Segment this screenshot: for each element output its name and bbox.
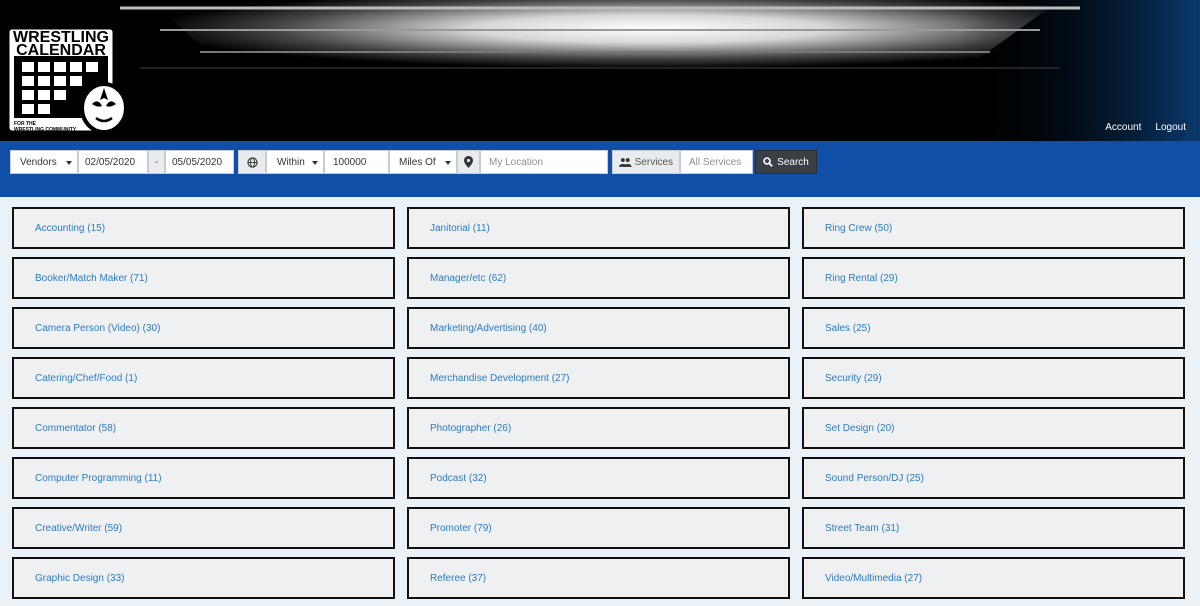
category-link[interactable]: Sound Person/DJ (25): [825, 473, 924, 484]
category-card[interactable]: Referee (37): [407, 557, 790, 599]
within-select[interactable]: Within: [266, 150, 324, 174]
category-link[interactable]: Graphic Design (33): [35, 573, 124, 584]
location-placeholder: My Location: [489, 156, 543, 168]
category-link[interactable]: Computer Programming (11): [35, 473, 162, 484]
account-link[interactable]: Account: [1105, 122, 1141, 133]
services-label: Services: [634, 156, 673, 168]
category-card[interactable]: Security (29): [802, 357, 1185, 399]
listing-type-value: Vendors: [20, 156, 57, 168]
services-addon: Services: [612, 150, 680, 174]
users-icon: [619, 158, 632, 167]
logo-tagline-line2: WRESTLING COMMUNITY: [14, 127, 77, 133]
wrestling-ring-banner: [0, 0, 1200, 141]
date-separator-text: -: [154, 156, 159, 168]
category-link[interactable]: Marketing/Advertising (40): [430, 323, 547, 334]
category-card[interactable]: Booker/Match Maker (71): [12, 257, 395, 299]
category-card[interactable]: Graphic Design (33): [12, 557, 395, 599]
date-to-value: 05/05/2020: [172, 156, 223, 168]
category-card[interactable]: Catering/Chef/Food (1): [12, 357, 395, 399]
category-link[interactable]: Video/Multimedia (27): [825, 573, 922, 584]
category-card[interactable]: Merchandise Development (27): [407, 357, 790, 399]
services-value: All Services: [689, 156, 742, 168]
category-link[interactable]: Janitorial (11): [430, 223, 490, 234]
category-link[interactable]: Commentator (58): [35, 423, 116, 434]
logout-link[interactable]: Logout: [1155, 122, 1186, 133]
category-link[interactable]: Street Team (31): [825, 523, 899, 534]
category-card[interactable]: Photographer (26): [407, 407, 790, 449]
distance-unit-select[interactable]: Miles Of: [389, 150, 457, 174]
globe-addon: [238, 150, 266, 174]
search-button[interactable]: Search: [755, 150, 817, 174]
date-range-separator: -: [148, 150, 165, 174]
category-link[interactable]: Booker/Match Maker (71): [35, 273, 148, 284]
category-link[interactable]: Creative/Writer (59): [35, 523, 122, 534]
account-nav: Account Logout: [1105, 122, 1186, 133]
category-card[interactable]: Commentator (58): [12, 407, 395, 449]
category-card[interactable]: Janitorial (11): [407, 207, 790, 249]
within-value: Within: [277, 156, 305, 168]
category-link[interactable]: Accounting (15): [35, 223, 105, 234]
category-link[interactable]: Set Design (20): [825, 423, 894, 434]
category-link[interactable]: Ring Rental (29): [825, 273, 898, 284]
listing-type-select[interactable]: Vendors: [10, 150, 78, 174]
category-link[interactable]: Promoter (79): [430, 523, 492, 534]
category-link[interactable]: Sales (25): [825, 323, 871, 334]
category-link[interactable]: Ring Crew (50): [825, 223, 892, 234]
category-link[interactable]: Security (29): [825, 373, 882, 384]
category-card[interactable]: Marketing/Advertising (40): [407, 307, 790, 349]
category-card[interactable]: Ring Rental (29): [802, 257, 1185, 299]
luchador-mask-icon: [80, 82, 128, 134]
date-to-input[interactable]: 05/05/2020: [165, 150, 234, 174]
category-card[interactable]: Podcast (32): [407, 457, 790, 499]
location-addon: [457, 150, 480, 174]
category-card[interactable]: Street Team (31): [802, 507, 1185, 549]
category-card[interactable]: Ring Crew (50): [802, 207, 1185, 249]
search-icon: [763, 157, 773, 167]
vendor-category-grid: Accounting (15) Janitorial (11) Ring Cre…: [12, 207, 1185, 599]
search-button-label: Search: [777, 156, 809, 168]
category-card[interactable]: Sound Person/DJ (25): [802, 457, 1185, 499]
site-header: WRESTLING CALENDAR FOR THE WRESTLING COM…: [0, 0, 1200, 141]
category-card[interactable]: Manager/etc (62): [407, 257, 790, 299]
map-pin-icon: [464, 156, 473, 168]
distance-value: 100000: [333, 156, 367, 168]
date-from-input[interactable]: 02/05/2020: [78, 150, 148, 174]
globe-icon: [246, 156, 258, 168]
category-link[interactable]: Catering/Chef/Food (1): [35, 373, 137, 384]
category-card[interactable]: Set Design (20): [802, 407, 1185, 449]
category-card[interactable]: Accounting (15): [12, 207, 395, 249]
category-card[interactable]: Camera Person (Video) (30): [12, 307, 395, 349]
category-link[interactable]: Camera Person (Video) (30): [35, 323, 160, 334]
category-link[interactable]: Podcast (32): [430, 473, 487, 484]
category-card[interactable]: Video/Multimedia (27): [802, 557, 1185, 599]
category-link[interactable]: Referee (37): [430, 573, 486, 584]
distance-unit-value: Miles Of: [399, 156, 436, 168]
distance-input[interactable]: 100000: [324, 150, 389, 174]
wrestling-calendar-logo[interactable]: WRESTLING CALENDAR FOR THE WRESTLING COM…: [6, 10, 130, 134]
category-link[interactable]: Photographer (26): [430, 423, 511, 434]
location-input[interactable]: My Location: [480, 150, 608, 174]
date-from-value: 02/05/2020: [85, 156, 136, 168]
category-card[interactable]: Promoter (79): [407, 507, 790, 549]
category-link[interactable]: Manager/etc (62): [430, 273, 506, 284]
services-select[interactable]: All Services: [680, 150, 753, 174]
category-card[interactable]: Creative/Writer (59): [12, 507, 395, 549]
category-link[interactable]: Merchandise Development (27): [430, 373, 570, 384]
category-card[interactable]: Computer Programming (11): [12, 457, 395, 499]
category-card[interactable]: Sales (25): [802, 307, 1185, 349]
logo-title-line2: CALENDAR: [16, 42, 106, 59]
